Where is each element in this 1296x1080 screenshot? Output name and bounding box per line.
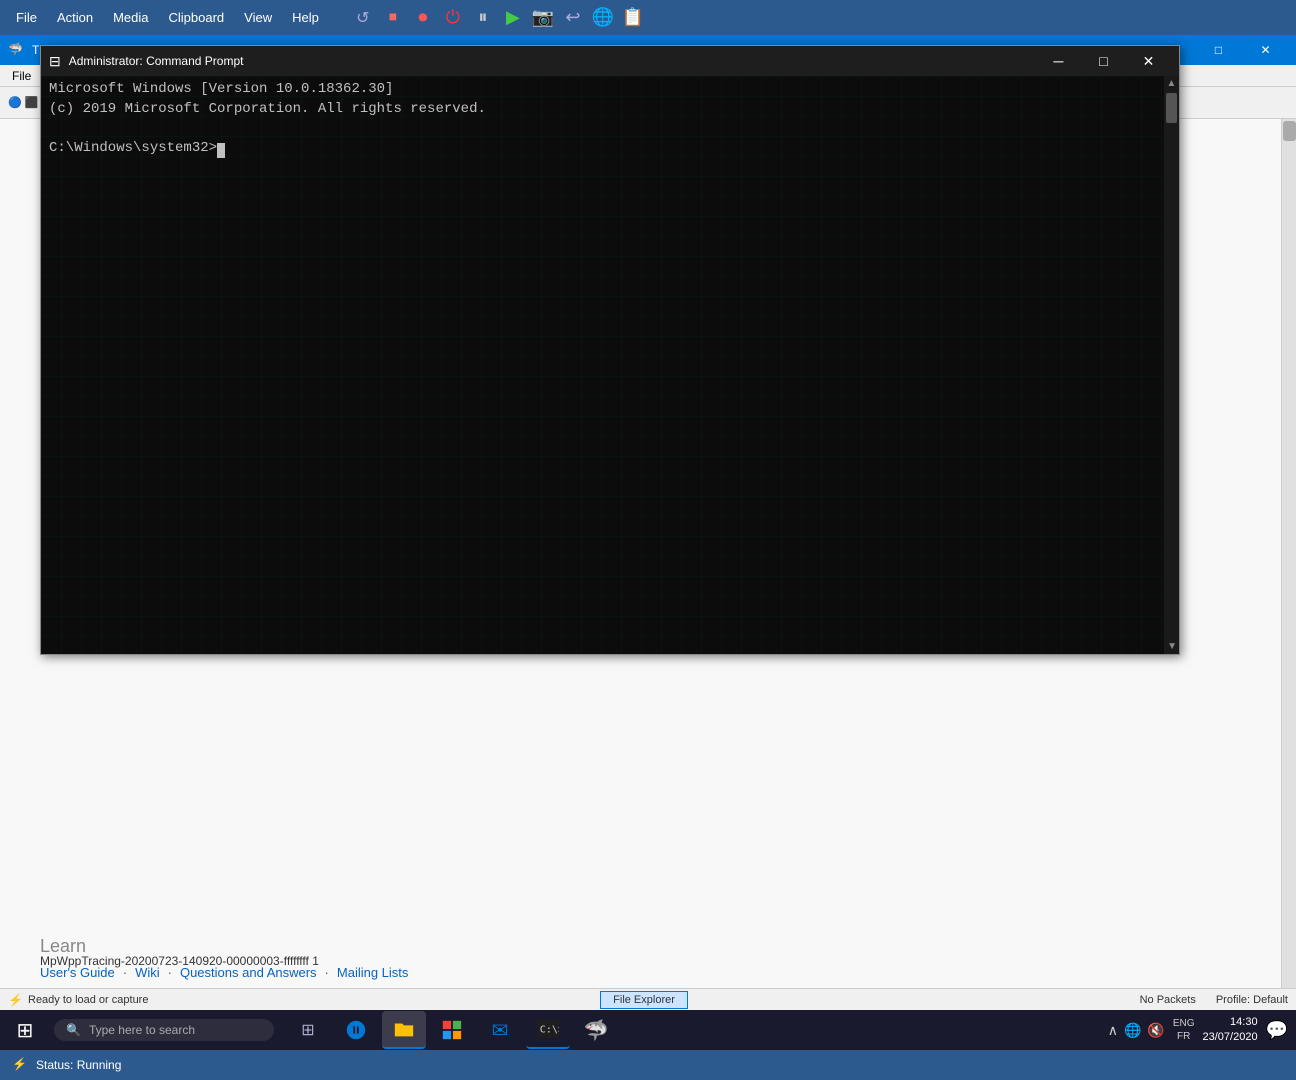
- ws-separator-1: ·: [123, 965, 127, 980]
- vm-menu-clipboard[interactable]: Clipboard: [161, 6, 233, 29]
- vm-revert-icon[interactable]: ↩: [561, 6, 585, 30]
- cmd-window: ⊟ Administrator: Command Prompt ─ □ ✕ Mi…: [40, 45, 1180, 655]
- vm-status-text: Status: Running: [36, 1058, 121, 1072]
- svg-text:C:\>: C:\>: [540, 1025, 559, 1036]
- taskbar-wireshark[interactable]: 🦈: [574, 1011, 618, 1049]
- wireshark-close-button[interactable]: ✕: [1243, 35, 1288, 65]
- cmd-win-controls: ─ □ ✕: [1036, 46, 1171, 76]
- cmd-app-icon: ⊟: [49, 53, 61, 70]
- ws-mailing-link[interactable]: Mailing Lists: [337, 965, 409, 980]
- taskbar-store[interactable]: [430, 1011, 474, 1049]
- cmd-prompt: C:\Windows\system32>: [49, 139, 1156, 159]
- cmd-blank-line: [49, 119, 1156, 139]
- tray-network-icon[interactable]: 🌐: [1124, 1022, 1141, 1039]
- vm-status-icon: ⚡: [12, 1057, 28, 1073]
- taskbar-task-view[interactable]: ⊞: [286, 1011, 330, 1049]
- status-ready-text: Ready to load or capture: [28, 994, 148, 1006]
- ws-wiki-link[interactable]: Wiki: [135, 965, 160, 980]
- wireshark-app-icon: 🦈: [8, 42, 24, 58]
- search-placeholder: Type here to search: [89, 1023, 195, 1037]
- start-button[interactable]: ⊞: [0, 1010, 50, 1050]
- screen-area: 🦈 The Wireshark Network Analyzer ─ □ ✕ F…: [0, 35, 1296, 1050]
- taskbar-edge[interactable]: [334, 1011, 378, 1049]
- vm-menu-help[interactable]: Help: [284, 6, 327, 29]
- vm-toolbar: File Action Media Clipboard View Help ↺ …: [0, 0, 1296, 35]
- vm-power-icon[interactable]: ⏻: [441, 6, 465, 30]
- status-left: ⚡ Ready to load or capture: [8, 993, 148, 1007]
- status-icon: ⚡: [8, 993, 22, 1007]
- status-right: No Packets Profile: Default: [1140, 994, 1288, 1006]
- taskbar: ⊞ 🔍 Type here to search ⊞ ✉ C:\> 🦈 ∧ 🌐 🔇…: [0, 1010, 1296, 1050]
- taskbar-file-explorer[interactable]: [382, 1011, 426, 1049]
- taskbar-apps: ⊞ ✉ C:\> 🦈: [278, 1011, 1100, 1049]
- vm-restore-icon[interactable]: ↺: [351, 6, 375, 30]
- ws-users-guide-link[interactable]: User's Guide: [40, 965, 115, 980]
- vm-menu: File Action Media Clipboard View Help: [8, 6, 327, 29]
- tray-volume-icon[interactable]: 🔇: [1147, 1022, 1164, 1039]
- taskbar-cmd[interactable]: C:\>: [526, 1011, 570, 1049]
- taskbar-right: ∧ 🌐 🔇 ENGFR 14:30 23/07/2020 💬: [1100, 1015, 1296, 1046]
- vm-menu-view[interactable]: View: [236, 6, 280, 29]
- vm-status-bar: ⚡ Status: Running: [0, 1050, 1296, 1080]
- cmd-line-2: (c) 2019 Microsoft Corporation. All righ…: [49, 100, 1156, 120]
- ws-learn-title: Learn: [40, 936, 1256, 957]
- status-packets: No Packets: [1140, 994, 1196, 1006]
- vm-toolbar-icons: ↺ ⏹ ⏺ ⏻ ⏸ ▶ 📷 ↩ 🌐 📋: [351, 6, 645, 30]
- vm-menu-action[interactable]: Action: [49, 6, 101, 29]
- vm-menu-file[interactable]: File: [8, 6, 45, 29]
- cmd-titlebar: ⊟ Administrator: Command Prompt ─ □ ✕: [41, 46, 1179, 76]
- tray-expand-icon[interactable]: ∧: [1108, 1022, 1118, 1039]
- status-active-tab[interactable]: File Explorer: [600, 991, 688, 1009]
- cmd-close-button[interactable]: ✕: [1126, 46, 1171, 76]
- ws-learn-links: User's Guide · Wiki · Questions and Answ…: [40, 965, 1256, 980]
- taskbar-search[interactable]: 🔍 Type here to search: [54, 1019, 274, 1041]
- ws-separator-3: ·: [325, 965, 329, 980]
- ws-separator-2: ·: [168, 965, 172, 980]
- tray-language[interactable]: ENGFR: [1173, 1017, 1195, 1043]
- taskbar-systray: ∧ 🌐 🔇: [1108, 1022, 1165, 1039]
- search-icon: 🔍: [66, 1023, 81, 1037]
- taskbar-clock[interactable]: 14:30 23/07/2020: [1203, 1015, 1258, 1046]
- vm-stop-icon[interactable]: ⏹: [381, 6, 405, 30]
- vm-resume-icon[interactable]: ▶: [501, 6, 525, 30]
- cmd-scroll-thumb[interactable]: [1166, 93, 1177, 123]
- vm-network-icon[interactable]: 🌐: [591, 6, 615, 30]
- cmd-title: Administrator: Command Prompt: [69, 54, 1028, 68]
- clock-time: 14:30: [1203, 1015, 1258, 1030]
- cmd-prompt-text: C:\Windows\system32>: [49, 140, 217, 156]
- vm-snapshot-icon[interactable]: 📷: [531, 6, 555, 30]
- cmd-scrollbar[interactable]: ▲ ▼: [1164, 76, 1179, 654]
- wireshark-maximize-button[interactable]: □: [1196, 35, 1241, 65]
- vm-pause-icon[interactable]: ⏸: [471, 6, 495, 30]
- cmd-cursor: [217, 143, 225, 158]
- ws-qa-link[interactable]: Questions and Answers: [180, 965, 317, 980]
- taskbar-mail[interactable]: ✉: [478, 1011, 522, 1049]
- cmd-maximize-button[interactable]: □: [1081, 46, 1126, 76]
- cmd-line-1: Microsoft Windows [Version 10.0.18362.30…: [49, 80, 1156, 100]
- ws-menu-file[interactable]: File: [4, 67, 39, 85]
- vm-settings-icon[interactable]: 📋: [621, 6, 645, 30]
- vm-menu-media[interactable]: Media: [105, 6, 156, 29]
- clock-date: 23/07/2020: [1203, 1030, 1258, 1045]
- vm-stop2-icon[interactable]: ⏺: [411, 6, 435, 30]
- status-profile: Profile: Default: [1216, 994, 1288, 1006]
- wireshark-status-bar: ⚡ Ready to load or capture File Explorer…: [0, 988, 1296, 1010]
- taskbar-notify-icon[interactable]: 💬: [1266, 1020, 1288, 1041]
- status-middle: File Explorer: [148, 991, 1139, 1009]
- cmd-body-wrapper: Microsoft Windows [Version 10.0.18362.30…: [41, 76, 1179, 654]
- cmd-body[interactable]: Microsoft Windows [Version 10.0.18362.30…: [41, 76, 1164, 654]
- cmd-minimize-button[interactable]: ─: [1036, 46, 1081, 76]
